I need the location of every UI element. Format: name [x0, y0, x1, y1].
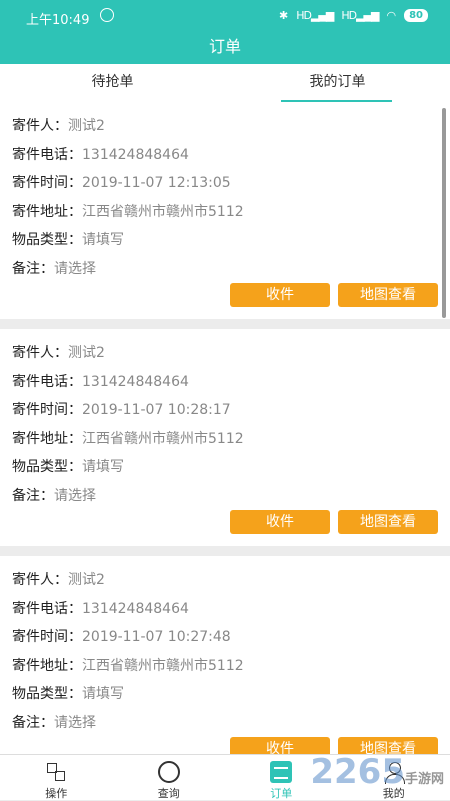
note-row: 备注：请选择 [12, 482, 438, 511]
time-value: 2019-11-07 12:13:05 [82, 175, 231, 191]
page-title: 订单 [0, 34, 450, 64]
sender-value: 测试2 [68, 572, 105, 588]
address-row: 寄件地址：江西省赣州市赣州市5112 [12, 425, 438, 454]
sender-row: 寄件人：测试2 [12, 112, 438, 141]
sender-value: 测试2 [68, 345, 105, 361]
address-row: 寄件地址：江西省赣州市赣州市5112 [12, 198, 438, 227]
receive-button[interactable]: 收件 [230, 510, 330, 534]
bluetooth-icon: ✱ [279, 9, 288, 22]
time-row: 寄件时间：2019-11-07 10:27:48 [12, 623, 438, 652]
time-value: 2019-11-07 10:27:48 [82, 629, 231, 645]
nav-query-label: 查询 [158, 787, 180, 800]
order-list[interactable]: 寄件人：测试2 寄件电话：131424848464 寄件时间：2019-11-0… [0, 102, 450, 754]
note-value: 请选择 [54, 715, 96, 731]
grid-icon [45, 761, 67, 783]
address-value: 江西省赣州市赣州市5112 [82, 431, 244, 447]
order-card: 寄件人：测试2 寄件电话：131424848464 寄件时间：2019-11-0… [0, 329, 450, 546]
nav-operate-label: 操作 [45, 787, 67, 800]
note-value: 请选择 [54, 261, 96, 277]
signal-icon-2: HD▂▄▆ [341, 9, 378, 22]
status-bar: 上午10:49 ✱ HD▂▄▆ HD▂▄▆ ◠ 80 [0, 0, 450, 34]
note-row: 备注：请选择 [12, 255, 438, 284]
alarm-icon [100, 8, 114, 22]
status-time: 上午10:49 [26, 9, 89, 28]
order-card: 寄件人：测试2 寄件电话：131424848464 寄件时间：2019-11-0… [0, 556, 450, 754]
map-view-button[interactable]: 地图查看 [338, 510, 438, 534]
order-card: 寄件人：测试2 寄件电话：131424848464 寄件时间：2019-11-0… [0, 102, 450, 319]
time-value: 2019-11-07 10:28:17 [82, 402, 231, 418]
watermark-logo: 2265手游网 [310, 752, 444, 792]
address-value: 江西省赣州市赣州市5112 [82, 658, 244, 674]
phone-row: 寄件电话：131424848464 [12, 141, 438, 170]
phone-row: 寄件电话：131424848464 [12, 595, 438, 624]
type-value: 请填写 [82, 686, 124, 702]
note-value: 请选择 [54, 488, 96, 504]
phone-value: 131424848464 [82, 601, 189, 617]
address-row: 寄件地址：江西省赣州市赣州市5112 [12, 652, 438, 681]
search-icon [158, 761, 180, 783]
sender-row: 寄件人：测试2 [12, 339, 438, 368]
phone-value: 131424848464 [82, 374, 189, 390]
receive-button[interactable]: 收件 [230, 283, 330, 307]
wifi-icon: ◠ [386, 9, 396, 22]
nav-query[interactable]: 查询 [113, 755, 226, 800]
type-value: 请填写 [82, 459, 124, 475]
battery-icon: 80 [404, 9, 428, 22]
type-row: 物品类型：请填写 [12, 680, 438, 709]
type-row: 物品类型：请填写 [12, 226, 438, 255]
time-row: 寄件时间：2019-11-07 10:28:17 [12, 396, 438, 425]
tab-my-orders[interactable]: 我的订单 [225, 64, 450, 102]
sender-value: 测试2 [68, 118, 105, 134]
note-row: 备注：请选择 [12, 709, 438, 738]
time-row: 寄件时间：2019-11-07 12:13:05 [12, 169, 438, 198]
scrollbar[interactable] [442, 108, 446, 318]
address-value: 江西省赣州市赣州市5112 [82, 204, 244, 220]
order-tabs: 待抢单 我的订单 [0, 64, 450, 102]
order-list-icon [270, 761, 292, 783]
nav-orders-label: 订单 [270, 787, 292, 800]
tab-pending[interactable]: 待抢单 [0, 64, 225, 102]
phone-row: 寄件电话：131424848464 [12, 368, 438, 397]
type-value: 请填写 [82, 232, 124, 248]
nav-operate[interactable]: 操作 [0, 755, 113, 800]
signal-icon: HD▂▄▆ [296, 9, 333, 22]
map-view-button[interactable]: 地图查看 [338, 283, 438, 307]
sender-row: 寄件人：测试2 [12, 566, 438, 595]
phone-value: 131424848464 [82, 147, 189, 163]
type-row: 物品类型：请填写 [12, 453, 438, 482]
status-icons: ✱ HD▂▄▆ HD▂▄▆ ◠ 80 [279, 9, 428, 22]
